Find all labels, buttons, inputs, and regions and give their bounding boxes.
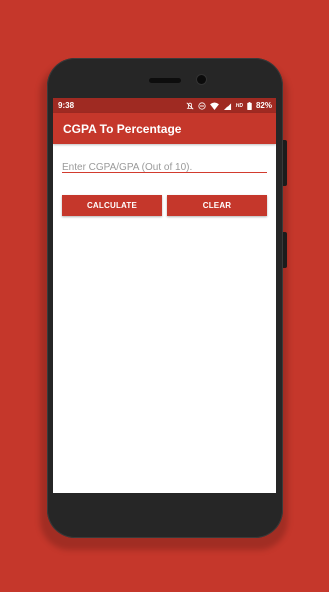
hd-signal-icon <box>223 102 232 110</box>
main-content: CALCULATE CLEAR <box>53 157 276 216</box>
promo-background: 9:38 HD 82% CGPA To Percentage Enter CGP… <box>0 0 329 592</box>
hd-label: HD <box>235 102 243 109</box>
cgpa-input[interactable] <box>62 161 267 175</box>
wifi-icon <box>209 101 219 110</box>
calculate-button[interactable]: CALCULATE <box>62 195 162 216</box>
battery-icon <box>247 101 252 110</box>
clear-button[interactable]: CLEAR <box>167 195 267 216</box>
phone-speaker <box>149 78 181 83</box>
phone-power-button <box>283 140 287 186</box>
status-time: 9:38 <box>58 101 75 110</box>
app-bar: CGPA To Percentage <box>53 113 276 144</box>
do-not-disturb-icon <box>198 101 206 110</box>
status-bar: 9:38 HD 82% <box>53 98 276 113</box>
button-row: CALCULATE CLEAR <box>62 195 267 216</box>
phone-screen: 9:38 HD 82% CGPA To Percentage Enter CGP… <box>53 98 276 493</box>
phone-volume-button <box>283 232 287 268</box>
phone-camera <box>197 75 206 84</box>
cgpa-input-container <box>62 157 267 175</box>
mute-icon <box>186 102 194 110</box>
app-title: CGPA To Percentage <box>63 121 182 136</box>
battery-percent: 82% <box>255 101 272 110</box>
status-icons: HD 82% <box>186 101 272 110</box>
